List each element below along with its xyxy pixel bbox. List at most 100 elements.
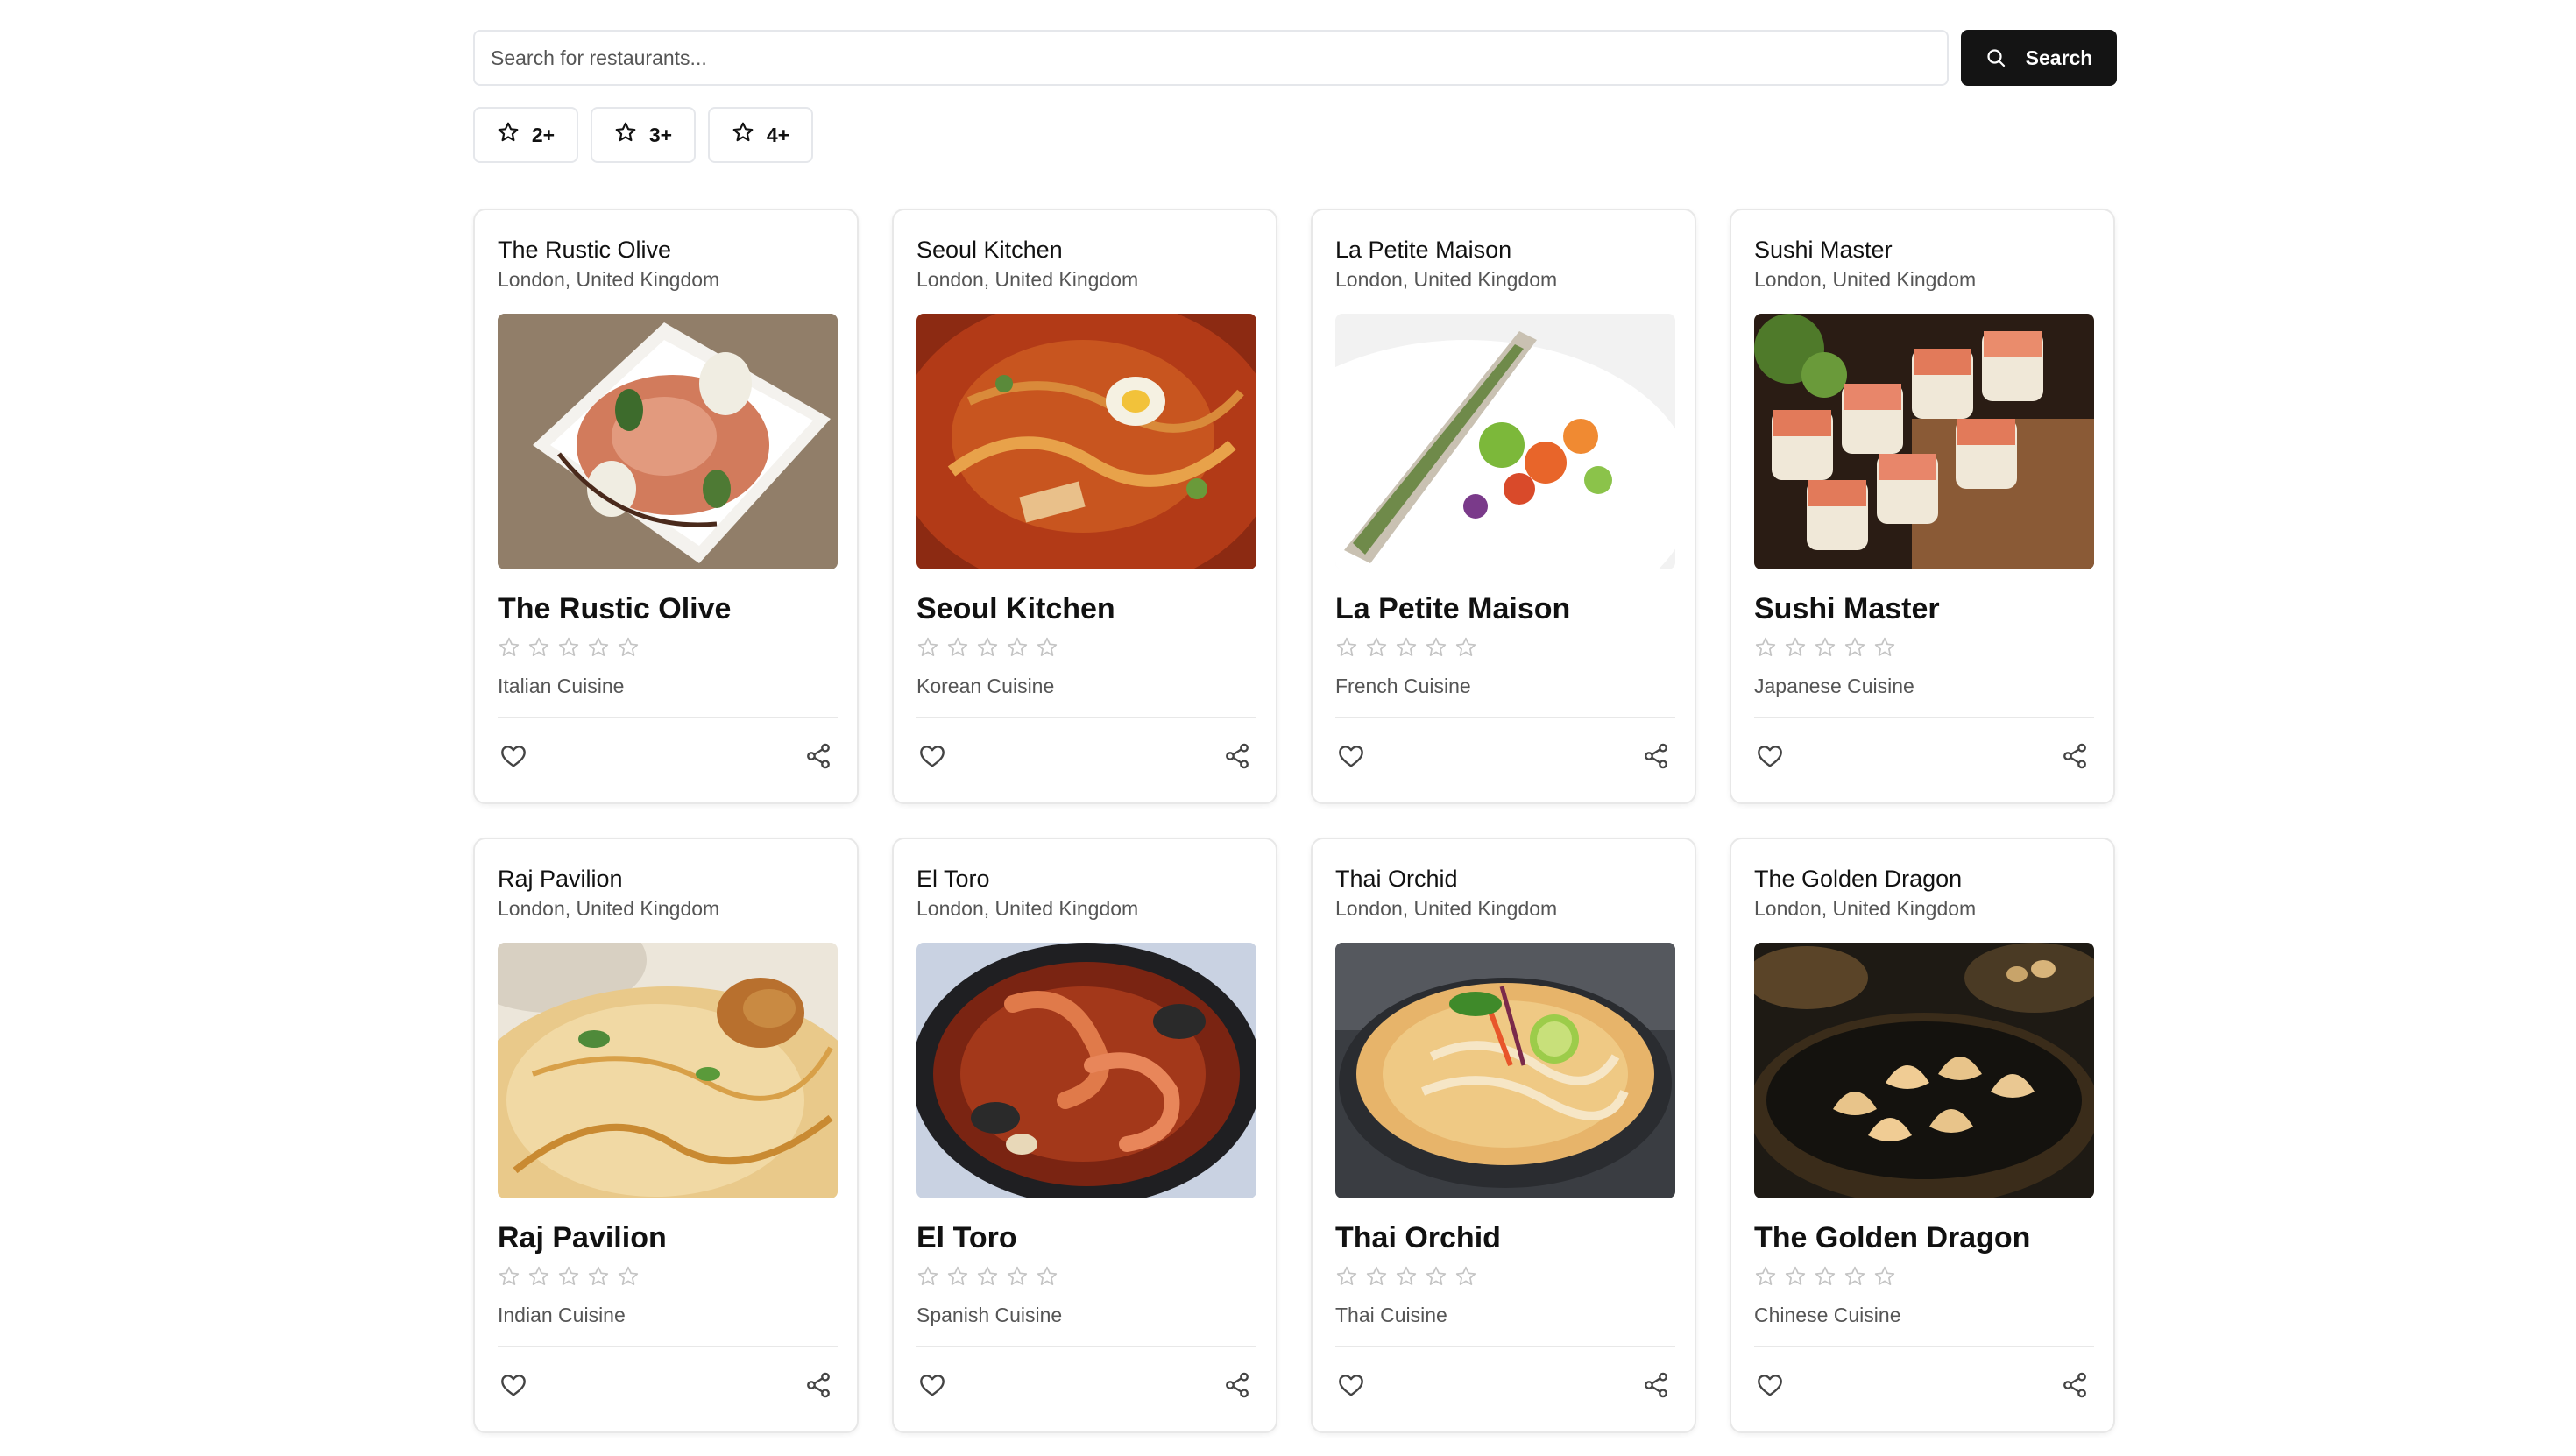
restaurant-card[interactable]: The Rustic Olive London, United Kingdom — [473, 209, 859, 804]
heart-icon[interactable] — [916, 1369, 948, 1401]
star-icon — [946, 1265, 969, 1288]
star-icon — [614, 121, 637, 149]
card-header-name: The Golden Dragon — [1754, 866, 1963, 892]
star-icon — [617, 1265, 640, 1288]
star-rating — [498, 1265, 834, 1288]
cuisine-label: Chinese Cuisine — [1754, 1304, 1901, 1326]
share-icon[interactable] — [1640, 740, 1672, 772]
heart-icon[interactable] — [1754, 1369, 1786, 1401]
search-icon — [1985, 47, 2006, 68]
card-location: London, United Kingdom — [498, 897, 720, 920]
restaurant-name: Raj Pavilion — [498, 1221, 667, 1255]
star-rating — [1335, 636, 1672, 659]
cuisine-label: Spanish Cuisine — [916, 1304, 1063, 1326]
restaurant-card[interactable]: Thai Orchid London, United Kingdom Thai … — [1311, 838, 1696, 1433]
filter-rating-4-plus[interactable]: 4+ — [708, 107, 813, 163]
card-actions — [1335, 1347, 1672, 1423]
star-icon — [587, 1265, 610, 1288]
star-icon — [1395, 1265, 1418, 1288]
star-icon — [916, 636, 939, 659]
star-icon — [617, 636, 640, 659]
star-icon — [1335, 636, 1358, 659]
search-button-label: Search — [2025, 46, 2093, 69]
star-icon — [1395, 636, 1418, 659]
restaurant-photo[interactable] — [916, 943, 1256, 1198]
card-header-name: Sushi Master — [1754, 237, 1893, 263]
star-rating — [1754, 1265, 2091, 1288]
star-rating — [916, 1265, 1253, 1288]
star-icon — [497, 121, 520, 149]
restaurant-photo[interactable] — [1754, 943, 2094, 1198]
share-icon[interactable] — [1221, 740, 1253, 772]
restaurant-name: El Toro — [916, 1221, 1017, 1255]
cuisine-label: Indian Cuisine — [498, 1304, 626, 1326]
star-icon — [498, 636, 520, 659]
heart-icon[interactable] — [498, 740, 529, 772]
heart-icon[interactable] — [916, 740, 948, 772]
heart-icon[interactable] — [1335, 740, 1367, 772]
restaurant-name: The Rustic Olive — [498, 592, 732, 626]
restaurant-card[interactable]: Seoul Kitchen London, United Kingdom Seo… — [892, 209, 1277, 804]
rating-filters: 2+ 3+ 4+ — [473, 107, 2117, 163]
share-icon[interactable] — [1221, 1369, 1253, 1401]
restaurant-photo[interactable] — [498, 314, 838, 569]
main-container: Search 2+ 3+ 4+ — [473, 30, 2117, 1433]
star-icon — [527, 1265, 550, 1288]
star-icon — [1365, 636, 1388, 659]
filter-label: 4+ — [766, 123, 790, 146]
star-icon — [1036, 636, 1058, 659]
star-icon — [976, 1265, 999, 1288]
restaurant-card[interactable]: La Petite Maison London, United Kingdom — [1311, 209, 1696, 804]
card-header-name: El Toro — [916, 866, 990, 892]
card-actions — [1754, 1347, 2091, 1423]
restaurant-card[interactable]: Raj Pavilion London, United Kingdom Raj … — [473, 838, 859, 1433]
heart-icon[interactable] — [1335, 1369, 1367, 1401]
restaurant-name: The Golden Dragon — [1754, 1221, 2031, 1255]
restaurant-photo[interactable] — [1335, 314, 1675, 569]
share-icon[interactable] — [1640, 1369, 1672, 1401]
card-location: London, United Kingdom — [1754, 897, 1977, 920]
star-icon — [1425, 636, 1447, 659]
restaurant-photo[interactable] — [1335, 943, 1675, 1198]
card-actions — [916, 1347, 1253, 1423]
cuisine-label: Korean Cuisine — [916, 675, 1055, 697]
restaurant-photo[interactable] — [498, 943, 838, 1198]
star-icon — [1873, 1265, 1896, 1288]
restaurant-name: Sushi Master — [1754, 592, 1940, 626]
heart-icon[interactable] — [1754, 740, 1786, 772]
cuisine-label: Japanese Cuisine — [1754, 675, 1914, 697]
share-icon[interactable] — [2059, 740, 2091, 772]
search-input[interactable] — [473, 30, 1949, 86]
card-location: London, United Kingdom — [1335, 268, 1558, 291]
star-icon — [1784, 636, 1807, 659]
card-location: London, United Kingdom — [1335, 897, 1558, 920]
filter-rating-3-plus[interactable]: 3+ — [591, 107, 696, 163]
restaurant-card[interactable]: El Toro London, United Kingdom El Toro S… — [892, 838, 1277, 1433]
restaurant-photo[interactable] — [916, 314, 1256, 569]
star-rating — [498, 636, 834, 659]
star-icon — [587, 636, 610, 659]
star-icon — [557, 636, 580, 659]
star-icon — [557, 1265, 580, 1288]
card-header-name: The Rustic Olive — [498, 237, 672, 263]
card-header-name: Thai Orchid — [1335, 866, 1458, 892]
search-button[interactable]: Search — [1961, 30, 2117, 86]
share-icon[interactable] — [803, 740, 834, 772]
star-icon — [1454, 636, 1477, 659]
star-icon — [976, 636, 999, 659]
restaurant-photo[interactable] — [1754, 314, 2094, 569]
star-icon — [1754, 636, 1777, 659]
star-icon — [1814, 636, 1836, 659]
star-icon — [1814, 1265, 1836, 1288]
star-icon — [1006, 1265, 1029, 1288]
share-icon[interactable] — [2059, 1369, 2091, 1401]
restaurant-card[interactable]: Sushi Master London, United Kingdom Sush… — [1730, 209, 2115, 804]
filter-rating-2-plus[interactable]: 2+ — [473, 107, 578, 163]
share-icon[interactable] — [803, 1369, 834, 1401]
star-icon — [1873, 636, 1896, 659]
restaurant-card[interactable]: The Golden Dragon London, United Kingdom — [1730, 838, 2115, 1433]
star-rating — [1754, 636, 2091, 659]
restaurant-grid: The Rustic Olive London, United Kingdom — [473, 209, 2117, 1433]
star-icon — [1844, 636, 1866, 659]
heart-icon[interactable] — [498, 1369, 529, 1401]
